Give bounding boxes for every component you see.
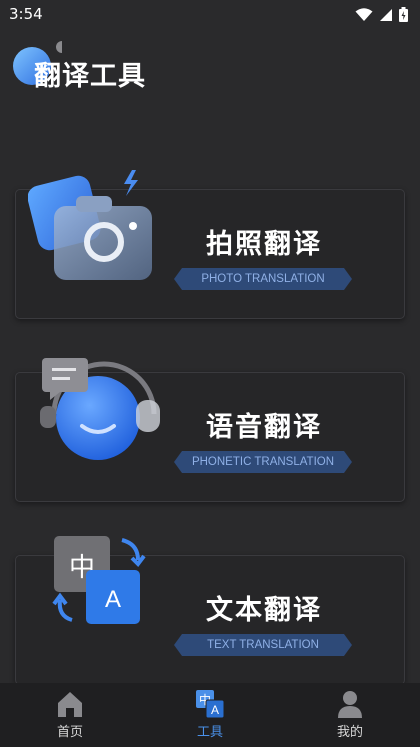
status-time: 3:54 — [9, 5, 43, 23]
status-bar: 3:54 — [0, 0, 420, 30]
signal-icon — [380, 8, 392, 21]
translate-text-icon: 中 A — [52, 536, 146, 624]
nav-label: 我的 — [336, 725, 363, 740]
glyph-a: A — [211, 703, 219, 717]
translate-tool-icon: 中 A — [196, 690, 225, 719]
bottom-nav: 首页 中 A 工具 我的 — [0, 683, 420, 747]
nav-label: 首页 — [56, 725, 83, 740]
nav-item-profile[interactable]: 我的 — [305, 689, 395, 740]
card-title: 语音翻译 — [206, 412, 322, 443]
card-subtitle-badge: PHONETIC TRANSLATION — [174, 451, 352, 473]
user-icon — [338, 691, 362, 718]
card-title: 拍照翻译 — [206, 229, 322, 260]
headphone-chat-icon — [40, 358, 160, 460]
camera-icon — [28, 170, 152, 280]
page-title: 翻译工具 — [34, 61, 146, 92]
home-icon — [58, 692, 82, 717]
nav-item-tools[interactable]: 中 A 工具 — [165, 689, 255, 740]
card-title: 文本翻译 — [206, 595, 322, 626]
nav-item-home[interactable]: 首页 — [25, 689, 115, 740]
nav-label: 工具 — [196, 725, 223, 740]
status-icons — [355, 7, 408, 22]
wifi-icon — [355, 7, 373, 21]
card-subtitle-badge: PHOTO TRANSLATION — [174, 268, 352, 290]
battery-icon — [399, 7, 408, 22]
card-subtitle-badge: TEXT TRANSLATION — [174, 634, 352, 656]
glyph-a: A — [105, 586, 121, 613]
